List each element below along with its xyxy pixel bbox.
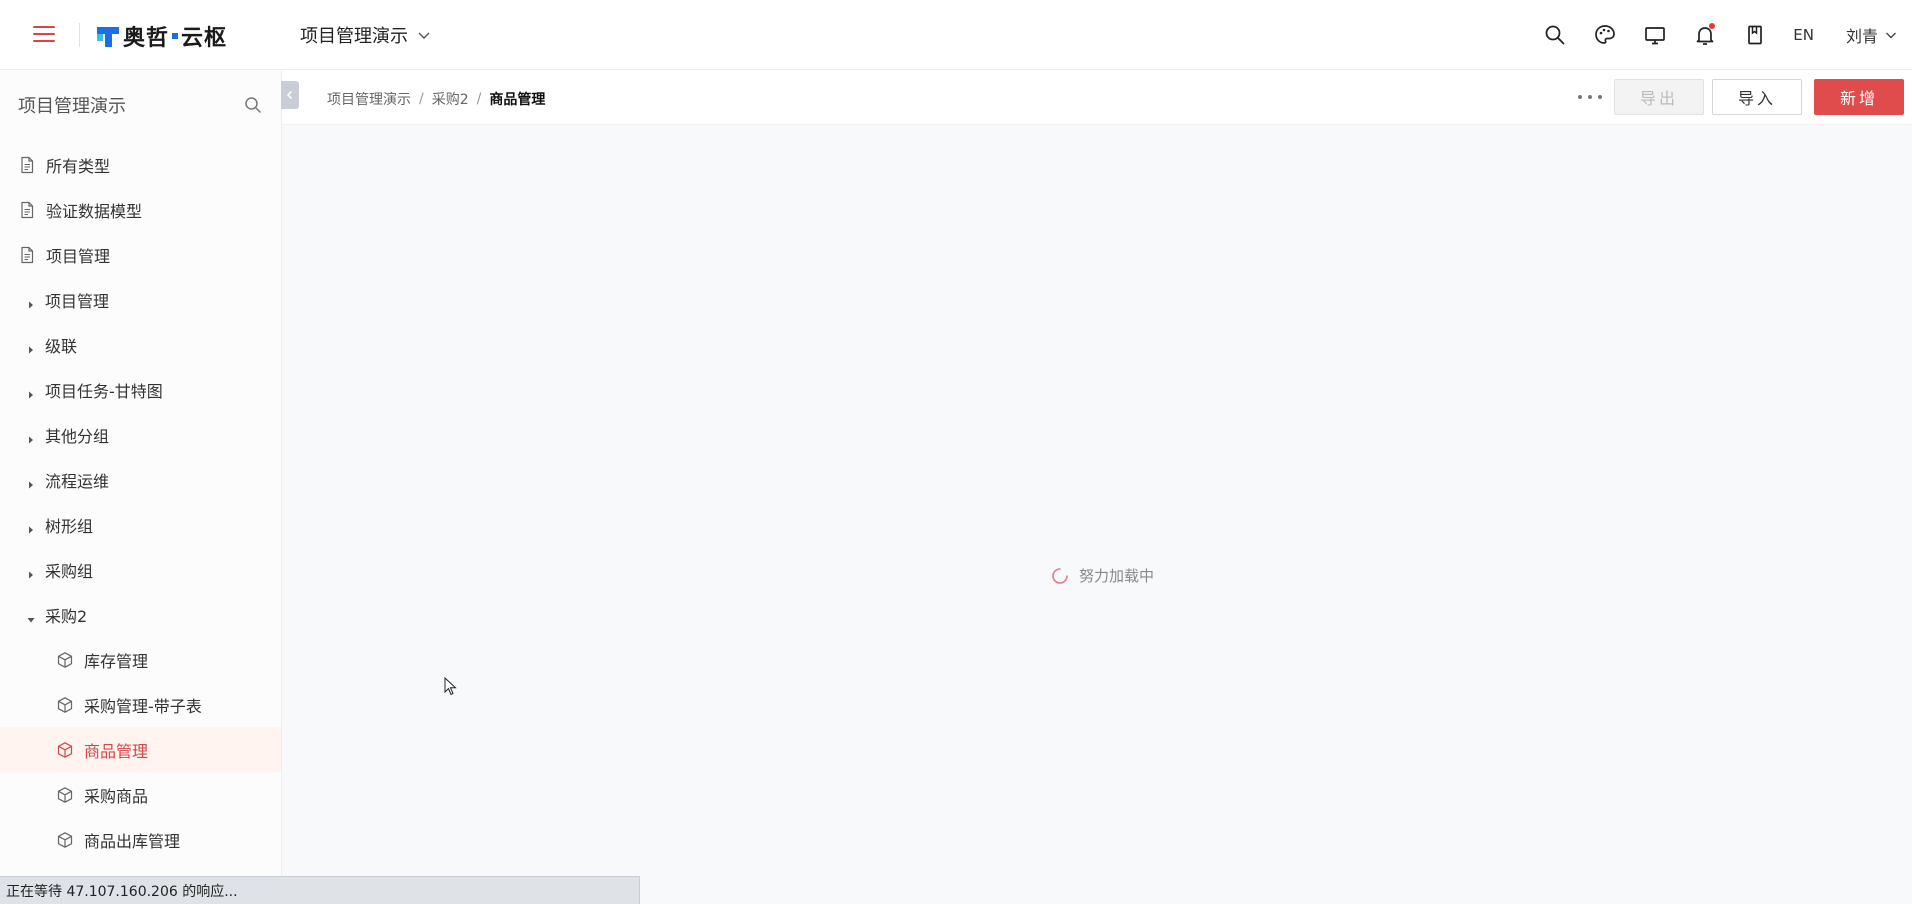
- cube-icon: [56, 786, 74, 804]
- sidebar-item-active[interactable]: 商品管理: [0, 727, 281, 772]
- logo-mark-icon: [97, 25, 119, 47]
- sidebar-item-label: 商品出库管理: [84, 831, 181, 851]
- sidebar-item-label: 项目管理: [45, 291, 110, 311]
- sidebar-collapse-button[interactable]: [281, 81, 299, 109]
- cube-icon: [56, 741, 74, 759]
- caret-right-icon: [26, 565, 36, 578]
- sidebar-group[interactable]: 采购2: [0, 592, 281, 637]
- export-button[interactable]: 导出: [1614, 79, 1704, 115]
- caret-down-icon: [26, 610, 36, 622]
- sidebar-item-label: 级联: [45, 336, 78, 356]
- sidebar-item-label: 项目管理: [46, 246, 111, 266]
- content-area: 努力加载中: [282, 125, 1912, 904]
- more-actions-icon[interactable]: [1578, 87, 1602, 107]
- breadcrumb-current: 商品管理: [489, 92, 546, 108]
- sidebar-group[interactable]: 级联: [0, 322, 281, 367]
- top-header: 奥哲 云枢 项目管理演示 EN 刘青: [0, 0, 1912, 70]
- mouse-cursor-icon: [444, 677, 457, 696]
- sidebar-group[interactable]: 树形组: [0, 502, 281, 547]
- sidebar-search-icon[interactable]: [243, 95, 263, 115]
- sidebar-item-label: 项目任务-甘特图: [45, 381, 163, 401]
- breadcrumb-separator: /: [476, 91, 482, 107]
- sidebar-item-label: 库存管理: [84, 651, 149, 671]
- sidebar-group[interactable]: 其他分组: [0, 412, 281, 457]
- sidebar-item-label: 采购组: [45, 561, 94, 581]
- document-icon: [18, 246, 36, 264]
- sidebar-item-page[interactable]: 验证数据模型: [0, 187, 281, 232]
- sidebar-group[interactable]: 采购组: [0, 547, 281, 592]
- logo-dot: [172, 33, 179, 39]
- caret-right-icon: [26, 475, 36, 488]
- sidebar: 项目管理演示 所有类型 验证数据模型 项目管理 项目管理 级联 项目任务-甘特图 其他分组流…: [0, 71, 282, 904]
- sidebar-item-label: 验证数据模型: [46, 201, 143, 221]
- sidebar-item-label: 所有类型: [46, 156, 111, 176]
- caret-right-icon: [26, 385, 36, 398]
- sidebar-item-model[interactable]: 采购商品: [0, 772, 281, 817]
- sidebar-item-page[interactable]: 项目管理: [0, 232, 281, 277]
- sidebar-item-label: 采购2: [45, 606, 88, 626]
- project-name: 项目管理演示: [300, 26, 408, 47]
- new-button[interactable]: 新增: [1814, 79, 1904, 115]
- app-root: 奥哲 云枢 项目管理演示 EN 刘青 项目管理演示 所有类型 验证数据模型 项目…: [0, 0, 1912, 904]
- sidebar-item-label: 流程运维: [45, 471, 110, 491]
- loading-indicator: 努力加载中: [1051, 565, 1154, 586]
- monitor-icon[interactable]: [1643, 23, 1667, 47]
- browser-status-bar: 正在等待 47.107.160.206 的响应...: [0, 876, 640, 904]
- header-actions: EN 刘青: [1543, 0, 1912, 70]
- logo-text: 奥哲: [123, 26, 170, 51]
- palette-icon[interactable]: [1593, 23, 1617, 47]
- sidebar-item-label: 采购商品: [84, 786, 149, 806]
- search-icon[interactable]: [1543, 23, 1567, 47]
- caret-right-icon: [26, 520, 36, 533]
- sidebar-item-page[interactable]: 所有类型: [0, 142, 281, 187]
- bookmark-icon[interactable]: [1743, 23, 1767, 47]
- brand-logo[interactable]: 奥哲 云枢: [97, 22, 228, 51]
- page-toolbar: 项目管理演示 / 采购2 / 商品管理 导出 导入 新增: [282, 71, 1912, 125]
- logo-text-2: 云枢: [181, 26, 228, 51]
- sidebar-item-label: 商品管理: [84, 741, 149, 761]
- caret-right-icon: [26, 295, 36, 308]
- spinner-icon: [1052, 567, 1068, 584]
- document-icon: [18, 156, 36, 174]
- user-name: 刘青: [1845, 27, 1878, 46]
- sidebar-item-model[interactable]: 采购管理-带子表: [0, 682, 281, 727]
- menu-toggle-icon[interactable]: [33, 25, 55, 43]
- bell-icon[interactable]: [1693, 23, 1717, 47]
- breadcrumb-item[interactable]: 项目管理演示: [327, 89, 411, 109]
- import-button[interactable]: 导入: [1712, 79, 1802, 115]
- breadcrumb-separator: /: [419, 91, 424, 107]
- header-divider: [79, 23, 80, 47]
- loading-text: 努力加载中: [1079, 567, 1155, 585]
- sidebar-group[interactable]: 项目任务-甘特图: [0, 367, 281, 412]
- sidebar-nav: 所有类型 验证数据模型 项目管理 项目管理 级联 项目任务-甘特图 其他分组 流程运维 树形组采…: [0, 142, 281, 862]
- cube-icon: [56, 696, 74, 714]
- caret-right-icon: [26, 340, 36, 353]
- chevron-left-icon: [286, 90, 293, 100]
- chevron-down-icon: [1886, 32, 1896, 39]
- language-toggle[interactable]: EN: [1793, 26, 1814, 44]
- cube-icon: [56, 831, 74, 849]
- cube-icon: [56, 651, 74, 669]
- sidebar-title: 项目管理演示: [18, 96, 126, 117]
- sidebar-group[interactable]: 流程运维: [0, 457, 281, 502]
- sidebar-item-label: 采购管理-带子表: [84, 696, 202, 716]
- sidebar-item-label: 树形组: [45, 516, 94, 536]
- sidebar-item-model[interactable]: 库存管理: [0, 637, 281, 682]
- caret-right-icon: [26, 430, 36, 443]
- sidebar-header: 项目管理演示: [0, 71, 281, 139]
- sidebar-item-label: 其他分组: [45, 426, 110, 446]
- user-menu[interactable]: 刘青: [1846, 23, 1898, 47]
- breadcrumb: 项目管理演示 / 采购2 / 商品管理: [327, 89, 545, 109]
- document-icon: [18, 201, 36, 219]
- breadcrumb-item[interactable]: 采购2: [432, 89, 469, 109]
- sidebar-group[interactable]: 项目管理: [0, 277, 281, 322]
- chevron-down-icon: [418, 32, 430, 39]
- main-area: 项目管理演示 / 采购2 / 商品管理 导出 导入 新增 努力加载中: [281, 71, 1912, 904]
- project-switcher[interactable]: 项目管理演示: [300, 22, 432, 48]
- sidebar-item-model[interactable]: 商品出库管理: [0, 817, 281, 862]
